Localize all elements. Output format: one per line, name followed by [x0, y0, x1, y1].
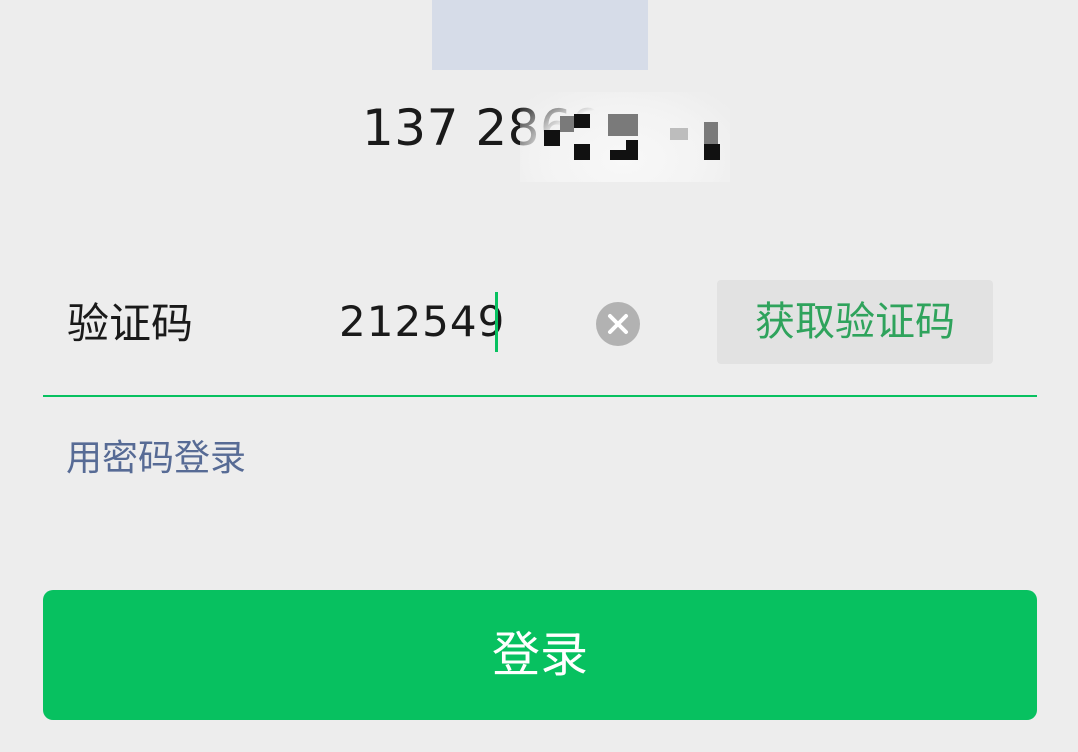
text-caret [495, 292, 498, 352]
redaction-mask [520, 92, 730, 182]
verification-code-label: 验证码 [67, 299, 194, 348]
close-circle-icon [608, 314, 628, 334]
avatar [432, 0, 648, 70]
verification-code-input[interactable] [339, 294, 539, 350]
clear-input-button[interactable] [596, 302, 640, 346]
password-login-link[interactable]: 用密码登录 [66, 434, 246, 484]
login-button[interactable]: 登录 [43, 590, 1037, 720]
verification-code-row: 验证码 获取验证码 [43, 270, 1037, 380]
get-verification-code-button[interactable]: 获取验证码 [717, 280, 993, 364]
input-underline [43, 395, 1037, 397]
